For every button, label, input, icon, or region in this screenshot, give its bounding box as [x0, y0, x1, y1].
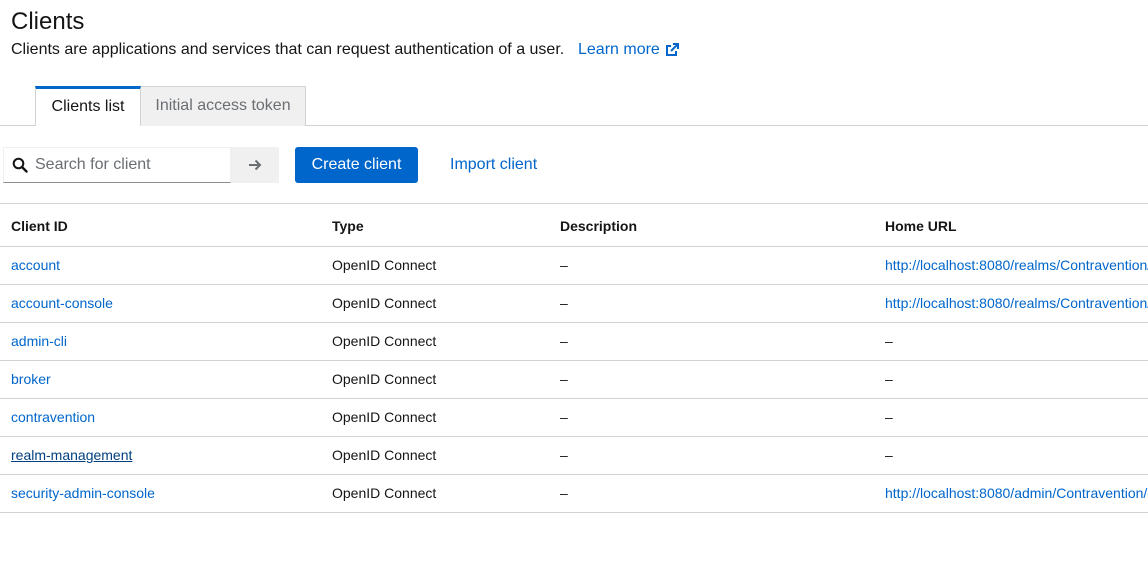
client-type: OpenID Connect	[332, 447, 437, 463]
client-description: –	[560, 447, 568, 463]
home-url-link[interactable]: http://localhost:8080/realms/Contraventi…	[885, 247, 1148, 284]
client-id-link[interactable]: contravention	[11, 399, 311, 436]
tab-clients-list[interactable]: Clients list	[35, 86, 141, 126]
client-type: OpenID Connect	[332, 257, 437, 273]
search-submit-button[interactable]	[231, 147, 279, 183]
client-id-link[interactable]: admin-cli	[11, 323, 311, 360]
home-url-empty: –	[885, 447, 893, 463]
client-id-link[interactable]: account	[11, 247, 311, 284]
client-id-link[interactable]: security-admin-console	[11, 475, 311, 512]
page-description: Clients are applications and services th…	[11, 41, 565, 58]
table-row: realm-management OpenID Connect – –	[0, 437, 1148, 475]
learn-more-link[interactable]: Learn more	[578, 40, 680, 60]
client-id-link[interactable]: realm-management	[11, 437, 311, 474]
tab-initial-access-token[interactable]: Initial access token	[141, 86, 306, 126]
column-header-client-id[interactable]: Client ID	[11, 204, 311, 248]
search-box	[3, 147, 231, 183]
table-row: admin-cli OpenID Connect – –	[0, 323, 1148, 361]
home-url-empty: –	[885, 371, 893, 387]
client-description: –	[560, 333, 568, 349]
home-url-empty: –	[885, 409, 893, 425]
clients-table: Client ID Type Description Home URL acco…	[0, 203, 1148, 513]
search-icon	[12, 157, 28, 173]
page-title: Clients	[11, 8, 85, 35]
client-type: OpenID Connect	[332, 409, 437, 425]
table-row: account-console OpenID Connect – http://…	[0, 285, 1148, 323]
home-url-empty: –	[885, 333, 893, 349]
table-header-row: Client ID Type Description Home URL	[0, 204, 1148, 247]
client-type: OpenID Connect	[332, 333, 437, 349]
search-input[interactable]	[35, 156, 215, 174]
client-type: OpenID Connect	[332, 295, 437, 311]
client-description: –	[560, 485, 568, 501]
client-description: –	[560, 257, 568, 273]
home-url-link[interactable]: http://localhost:8080/admin/Contraventio…	[885, 475, 1148, 512]
column-header-description[interactable]: Description	[560, 204, 860, 248]
column-header-type[interactable]: Type	[332, 204, 542, 248]
create-client-button[interactable]: Create client	[295, 147, 418, 183]
client-id-link[interactable]: broker	[11, 361, 311, 398]
learn-more-label: Learn more	[578, 41, 660, 58]
client-description: –	[560, 295, 568, 311]
table-row: contravention OpenID Connect – –	[0, 399, 1148, 437]
client-description: –	[560, 409, 568, 425]
client-type: OpenID Connect	[332, 371, 437, 387]
external-link-icon	[665, 43, 679, 56]
client-type: OpenID Connect	[332, 485, 437, 501]
arrow-right-icon	[249, 159, 262, 171]
home-url-link[interactable]: http://localhost:8080/realms/Contraventi…	[885, 285, 1148, 322]
column-header-home-url[interactable]: Home URL	[885, 204, 1148, 248]
tabs: Clients list Initial access token	[0, 86, 1148, 126]
client-description: –	[560, 371, 568, 387]
table-row: security-admin-console OpenID Connect – …	[0, 475, 1148, 513]
table-row: broker OpenID Connect – –	[0, 361, 1148, 399]
client-id-link[interactable]: account-console	[11, 285, 311, 322]
table-row: account OpenID Connect – http://localhos…	[0, 247, 1148, 285]
import-client-button[interactable]: Import client	[450, 147, 537, 183]
